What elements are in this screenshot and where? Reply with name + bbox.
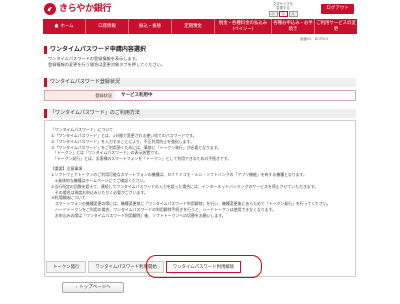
back-to-top-button[interactable]: ‹ トップページへ — [62, 282, 124, 293]
tab-token-issue[interactable]: トークン発行 — [46, 261, 87, 273]
page-title: ワンタイムパスワード申請内容選択 — [44, 46, 356, 54]
text-size-label-2: 変更する — [276, 6, 290, 11]
registration-heading: ワンタイムパスワード登録状況 — [44, 78, 356, 87]
header: きらやか銀行 文字サイズを 変更する 小 中 大 ログアウト — [0, 0, 400, 18]
global-nav: ホーム 口座情報 振込・振替 定期預金 税金・各種料金の払込み(ペイジー) 各種… — [43, 19, 357, 34]
nav-payeasy[interactable]: 税金・各種料金の払込み(ペイジー) — [215, 19, 272, 34]
usage-instructions: 「ワンタイムパスワード」について ①「ワンタイムパスワード」とは、1分間で変更さ… — [44, 120, 356, 277]
nav-transfer-label: 振込・振替 — [139, 23, 161, 29]
registration-status: 登録状況 サービス利用中 — [44, 90, 356, 101]
usage-heading: 「ワンタイムパスワード」のご利用方法 — [44, 109, 356, 118]
text-size-control: 文字サイズを 変更する 小 中 大 — [265, 2, 301, 18]
text-size-medium-button[interactable]: 中 — [278, 11, 288, 18]
nav-applications-label: 各種お申込み・お手続き — [273, 21, 313, 32]
nav-account-info-label: 口座情報 — [98, 23, 116, 29]
nav-home[interactable]: ホーム — [43, 19, 86, 34]
screen-id: 画面ID：BOP001 — [300, 37, 329, 41]
house-icon — [54, 23, 59, 30]
intro-line: 登録情報の変更を行う場合は変更対象タブを押してください。 — [48, 62, 166, 68]
nav-service-change-label: ご利用サービスの変更 — [316, 21, 356, 32]
text-size-large-button[interactable]: 大 — [288, 11, 298, 18]
nav-payeasy-label: 税金・各種料金の払込み(ペイジー) — [218, 21, 268, 32]
nav-service-change[interactable]: ご利用サービスの変更 — [315, 19, 357, 34]
bank-logo[interactable]: きらやか銀行 — [44, 3, 112, 15]
status-label: 登録状況 — [45, 91, 115, 100]
usage-line: お申込みの際は「ワンタイムパスワード利用解除」後、ソフトトークンへの切替をお願い… — [51, 213, 226, 219]
nav-applications[interactable]: 各種お申込み・お手続き — [272, 19, 315, 34]
status-value: サービス利用中 — [121, 93, 153, 98]
nav-account-info[interactable]: 口座情報 — [86, 19, 129, 34]
bank-logo-icon — [44, 3, 56, 15]
usage-line: ②当行所定の回数を超えて、連続してワンタイムパスワードの入力を誤った場合には、イ… — [51, 183, 319, 189]
usage-line: ①ソフトウェアトークンのご利用可能なスマートフォンの機種は、ＮＴＴドコモ・ａｕ・… — [51, 172, 307, 178]
highlight-circle — [146, 255, 262, 278]
chevron-left-icon: ‹ — [75, 285, 78, 290]
nav-time-deposit-label: 定期預金 — [184, 23, 202, 29]
logout-button[interactable]: ログアウト — [321, 4, 354, 14]
page-intro: ワンタイムパスワードの登録情報を表示します。 登録情報の変更を行う場合は変更対象… — [48, 56, 353, 68]
bank-name: きらやか銀行 — [59, 3, 112, 14]
nav-transfer[interactable]: 振込・振替 — [129, 19, 172, 34]
text-size-small-button[interactable]: 小 — [268, 11, 278, 18]
nav-time-deposit[interactable]: 定期預金 — [172, 19, 215, 34]
back-to-top-label: トップページへ — [79, 285, 111, 290]
nav-home-label: ホーム — [60, 23, 74, 29]
